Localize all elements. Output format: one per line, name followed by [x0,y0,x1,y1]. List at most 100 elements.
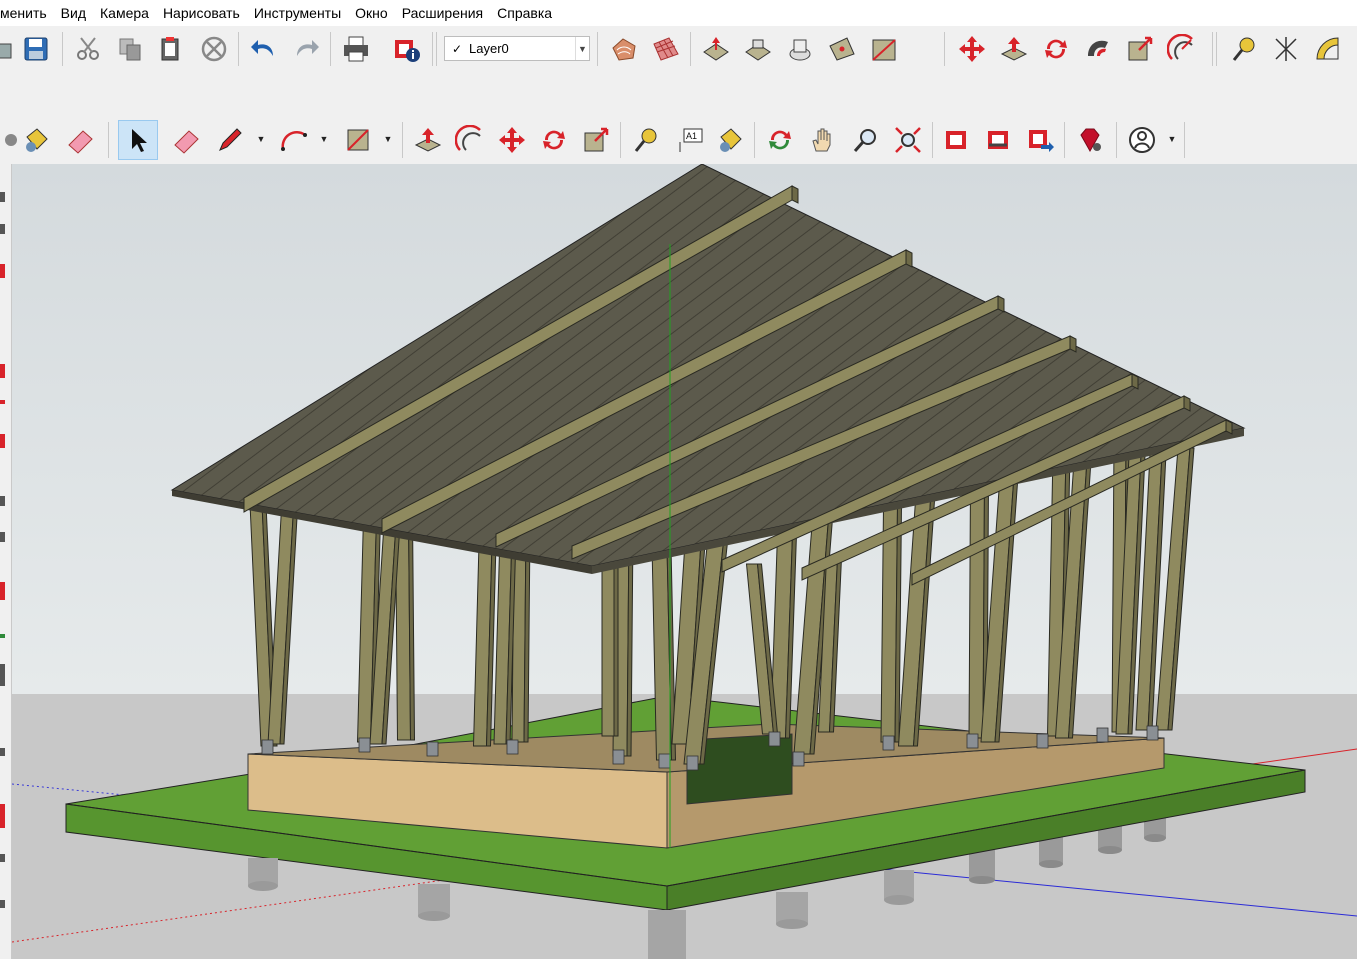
chevron-down-icon[interactable]: ▼ [318,134,330,144]
left-tool-stub[interactable] [0,264,5,278]
views-toolbar-row [0,72,1357,188]
scale-tool-icon[interactable] [578,122,614,158]
open-icon[interactable] [0,31,18,67]
steel-post-base [612,749,625,765]
pile [418,884,450,921]
extension-warehouse-icon[interactable] [1022,122,1058,158]
zoom-icon[interactable] [848,122,884,158]
steel-post-base [1096,727,1109,743]
pile [776,892,808,929]
steel-post-base [882,735,895,751]
move-tool-icon[interactable] [494,122,530,158]
pan-icon[interactable] [804,122,840,158]
rotate-icon[interactable] [1038,31,1074,67]
left-tool-stub[interactable] [0,900,5,908]
menu-camera[interactable]: Камера [93,0,156,26]
text-tool-label: A1 [686,131,697,141]
model-info-icon[interactable] [388,31,424,67]
pile [248,858,278,891]
redo-icon[interactable] [288,31,324,67]
menu-view[interactable]: Вид [54,0,93,26]
eraser-icon[interactable] [62,122,98,158]
standard-toolbar: ✓ Layer0 ▼ [0,26,1357,72]
save-icon[interactable] [18,31,54,67]
rectangle-icon[interactable] [340,122,376,158]
axes-icon[interactable] [1268,31,1304,67]
pushpull-icon[interactable] [996,31,1032,67]
pile [969,850,995,884]
steel-post-base [1036,733,1049,749]
account-icon[interactable] [1124,122,1160,158]
sandbox-contours-icon[interactable] [606,31,642,67]
menu-tools[interactable]: Инструменты [247,0,348,26]
left-tool-stub[interactable] [0,854,5,862]
paint-bucket-icon[interactable] [712,122,748,158]
steel-post-base [792,751,805,767]
menu-edit[interactable]: менить [0,0,54,26]
menu-draw[interactable]: Нарисовать [156,0,247,26]
tape-measure-tool-icon[interactable] [628,122,664,158]
3d-scene[interactable] [12,164,1357,959]
ruby-console-icon[interactable] [1072,122,1108,158]
offset-icon[interactable] [1164,31,1200,67]
select-icon[interactable] [118,120,158,160]
component-icon[interactable] [0,122,20,158]
roof-beam-end [905,249,913,268]
tape-measure-icon[interactable] [1226,31,1262,67]
roof-beam-end [1225,419,1233,435]
chevron-down-icon: ▼ [575,37,589,60]
left-tool-stub[interactable] [0,748,5,756]
text-icon[interactable]: A1 [672,122,708,158]
left-tool-stub[interactable] [0,400,5,404]
paint-bucket-icon-left[interactable] [18,122,54,158]
left-tool-stub[interactable] [0,582,5,600]
warehouse-icon[interactable] [938,122,974,158]
drape-icon[interactable] [782,31,818,67]
steel-post-base [686,755,699,771]
chevron-down-icon[interactable]: ▼ [382,134,394,144]
paste-icon[interactable] [152,31,188,67]
move-icon[interactable] [954,31,990,67]
menu-window[interactable]: Окно [348,0,395,26]
eraser-tool-icon[interactable] [168,122,204,158]
roof-beam-end [1183,395,1191,412]
protractor-icon[interactable] [1310,31,1346,67]
left-tool-stub[interactable] [0,192,5,202]
left-tool-stub[interactable] [0,364,5,378]
undo-icon[interactable] [246,31,282,67]
follow-me-icon[interactable] [1080,31,1116,67]
erase-icon[interactable] [196,31,232,67]
copy-icon[interactable] [112,31,148,67]
add-detail-icon[interactable] [824,31,860,67]
orbit-icon[interactable] [762,122,798,158]
smoove-icon[interactable] [698,31,734,67]
chevron-down-icon[interactable]: ▼ [255,134,267,144]
menu-help[interactable]: Справка [490,0,559,26]
left-tool-stub[interactable] [0,634,5,638]
flip-edge-icon[interactable] [866,31,902,67]
layer-visible-check: ✓ [451,41,463,56]
share-model-icon[interactable] [980,122,1016,158]
pencil-icon[interactable] [212,122,248,158]
offset-tool-icon[interactable] [452,122,488,158]
scale-icon[interactable] [1122,31,1158,67]
rotate-tool-icon[interactable] [536,122,572,158]
steel-post-base [658,753,671,769]
cut-icon[interactable] [70,31,106,67]
left-tool-stub[interactable] [0,804,5,828]
layer-dropdown[interactable]: ✓ Layer0 ▼ [444,36,590,61]
left-tool-stub[interactable] [0,496,5,506]
print-icon[interactable] [338,31,374,67]
stamp-icon[interactable] [740,31,776,67]
left-tool-stub[interactable] [0,664,5,686]
menu-extensions[interactable]: Расширения [395,0,490,26]
left-tool-stub[interactable] [0,532,5,542]
left-tool-stub[interactable] [0,224,5,234]
arc-icon[interactable] [276,122,312,158]
left-tool-stub[interactable] [0,434,5,448]
pushpull-tool-icon[interactable] [410,122,446,158]
model-viewport[interactable] [12,164,1357,959]
chevron-down-icon[interactable]: ▼ [1166,134,1178,144]
zoom-extents-icon[interactable] [890,122,926,158]
sandbox-grid-icon[interactable] [648,31,684,67]
